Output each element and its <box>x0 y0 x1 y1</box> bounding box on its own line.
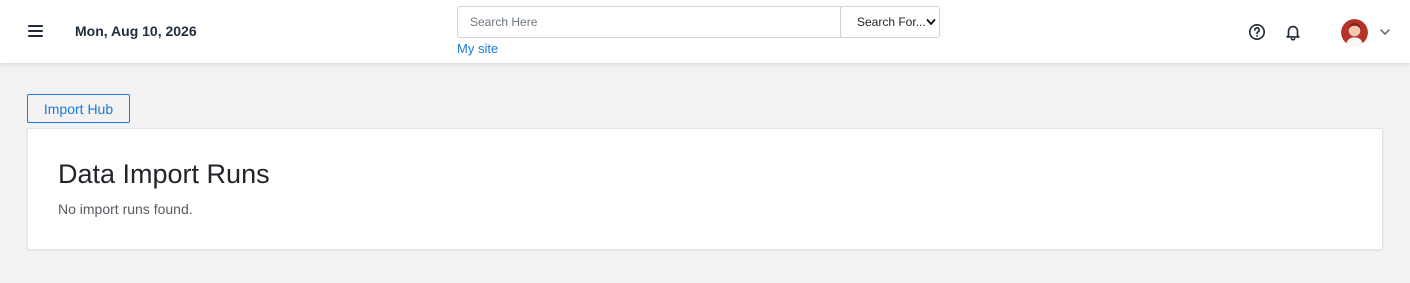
search-input[interactable] <box>457 6 841 38</box>
menu-icon[interactable] <box>26 22 46 40</box>
bell-icon[interactable] <box>1284 22 1302 42</box>
my-site-link[interactable]: My site <box>457 41 498 56</box>
help-icon[interactable] <box>1248 22 1266 42</box>
top-bar: Mon, Aug 10, 2026 Search For... My site <box>0 0 1410 63</box>
current-date: Mon, Aug 10, 2026 <box>75 23 197 39</box>
search-for-select-value: Search For... <box>857 15 926 29</box>
search-for-select[interactable]: Search For... <box>840 6 940 38</box>
page-title: Data Import Runs <box>58 159 270 189</box>
chevron-down-icon <box>926 19 936 25</box>
chevron-down-icon[interactable] <box>1379 26 1391 38</box>
import-hub-button[interactable]: Import Hub <box>27 94 130 123</box>
import-runs-card: Data Import Runs No import runs found. <box>27 128 1383 250</box>
avatar[interactable] <box>1341 19 1368 46</box>
empty-state-message: No import runs found. <box>58 201 193 217</box>
